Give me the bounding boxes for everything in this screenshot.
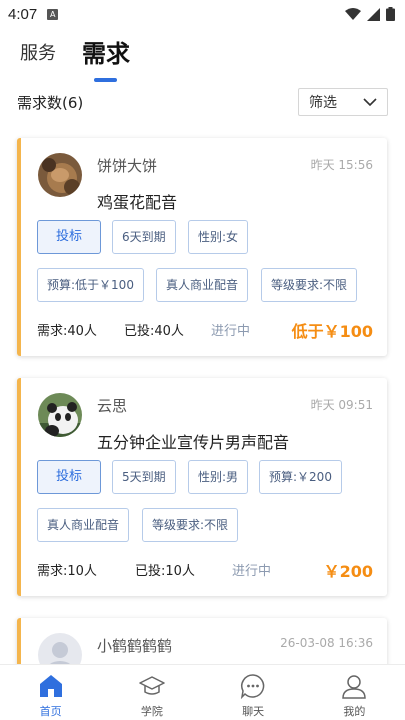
nav-home[interactable]: 首页 xyxy=(0,665,101,720)
tab-service[interactable]: 服务 xyxy=(20,36,56,72)
status-label: 进行中 xyxy=(232,560,271,579)
nav-mine-label: 我的 xyxy=(343,703,365,719)
post-time: 昨天 15:56 xyxy=(311,156,373,173)
nav-mine[interactable]: 我的 xyxy=(304,665,405,720)
demand-card[interactable]: 云思 昨天 09:51 五分钟企业宣传片男声配音 投标 5天到期 性别:男 预算… xyxy=(17,378,387,596)
publisher-name: 云思 xyxy=(97,395,127,416)
price: 低于￥100 xyxy=(292,318,373,342)
nav-home-label: 首页 xyxy=(40,703,62,719)
demand-count: 需求数(6) xyxy=(17,92,83,113)
post-time: 26-03-08 16:36 xyxy=(280,636,373,650)
post-time: 昨天 09:51 xyxy=(311,396,373,413)
level-tag: 等级要求:不限 xyxy=(142,508,238,542)
category-tag: 真人商业配音 xyxy=(37,508,129,542)
list-header: 需求数(6) 筛选 xyxy=(17,88,388,116)
avatar xyxy=(38,153,82,197)
nav-chat-label: 聊天 xyxy=(242,703,264,719)
publisher-name: 饼饼大饼 xyxy=(97,155,157,176)
publisher-name: 小鹤鹤鹤鹤 xyxy=(97,635,172,656)
status-label: 进行中 xyxy=(211,320,250,339)
deadline-tag: 6天到期 xyxy=(112,220,176,254)
bid-button[interactable]: 投标 xyxy=(37,220,101,254)
top-tabs: 服务 需求 xyxy=(20,36,130,72)
budget-tag: 预算:低于￥100 xyxy=(37,268,144,302)
avatar xyxy=(38,393,82,437)
bid-count: 已投:40人 xyxy=(124,320,184,339)
tab-demand-label: 需求 xyxy=(82,40,130,68)
user-icon xyxy=(341,673,367,699)
tab-demand[interactable]: 需求 xyxy=(82,36,130,72)
budget-tag: 预算:￥200 xyxy=(259,460,342,494)
nav-academy[interactable]: 学院 xyxy=(101,665,202,720)
bid-button[interactable]: 投标 xyxy=(37,460,101,494)
home-icon xyxy=(38,673,64,699)
nav-academy-label: 学院 xyxy=(141,703,163,719)
chat-bubble-icon xyxy=(240,673,266,699)
category-tag: 真人商业配音 xyxy=(156,268,248,302)
active-tab-indicator xyxy=(94,78,117,82)
gender-tag: 性别:女 xyxy=(188,220,248,254)
notification-a-icon: A xyxy=(47,9,58,20)
wifi-icon xyxy=(345,8,361,21)
chevron-down-icon xyxy=(363,98,377,106)
price: ￥200 xyxy=(324,558,373,582)
bottom-nav: 首页 学院 聊天 我的 xyxy=(0,664,405,720)
gender-tag: 性别:男 xyxy=(188,460,248,494)
demand-card[interactable]: 饼饼大饼 昨天 15:56 鸡蛋花配音 投标 6天到期 性别:女 预算:低于￥1… xyxy=(17,138,387,356)
deadline-tag: 5天到期 xyxy=(112,460,176,494)
level-tag: 等级要求:不限 xyxy=(261,268,357,302)
status-icons xyxy=(345,7,395,21)
graduation-cap-icon xyxy=(139,673,165,699)
demand-quota: 需求:40人 xyxy=(37,320,97,339)
status-bar: 4:07 A xyxy=(0,0,405,28)
demand-title: 五分钟企业宣传片男声配音 xyxy=(97,429,289,453)
bid-count: 已投:10人 xyxy=(135,560,195,579)
battery-icon xyxy=(386,7,395,21)
demand-title: 鸡蛋花配音 xyxy=(97,189,177,213)
filter-dropdown[interactable]: 筛选 xyxy=(298,88,388,116)
nav-chat[interactable]: 聊天 xyxy=(203,665,304,720)
filter-label: 筛选 xyxy=(309,92,337,112)
signal-icon xyxy=(367,8,380,21)
status-time: 4:07 xyxy=(8,6,37,23)
demand-quota: 需求:10人 xyxy=(37,560,97,579)
